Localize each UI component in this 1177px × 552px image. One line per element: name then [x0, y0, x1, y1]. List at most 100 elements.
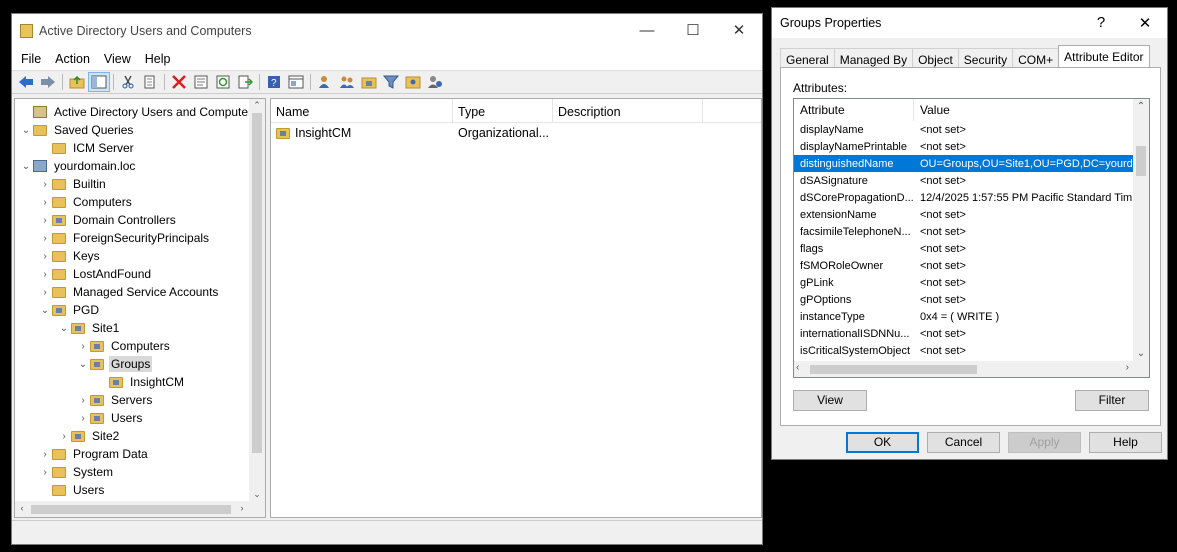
tree-node[interactable]: › Domain Controllers [38, 211, 178, 229]
tree-horizontal-scrollbar[interactable]: ‹ › [15, 501, 265, 517]
collapse-chevron-icon[interactable]: ⌄ [38, 305, 52, 316]
back-icon[interactable] [15, 72, 37, 92]
scroll-thumb[interactable] [1136, 146, 1146, 176]
collapse-chevron-icon[interactable]: ⌄ [19, 125, 33, 136]
column-type[interactable]: Type [453, 99, 553, 122]
ok-button[interactable]: OK [846, 432, 919, 453]
attribute-row[interactable]: distinguishedName OU=Groups,OU=Site1,OU=P… [794, 155, 1149, 172]
tree-node[interactable]: ICM Server [38, 139, 136, 157]
results-pane[interactable]: Name Type Description InsightCM Organiza… [270, 98, 762, 518]
expand-chevron-icon[interactable]: › [76, 341, 90, 352]
view-button[interactable]: View [793, 390, 867, 411]
maximize-button[interactable]: ☐ [670, 14, 716, 48]
attribute-row[interactable]: displayNamePrintable <not set> [794, 138, 1149, 155]
tree-node[interactable]: › Keys [38, 247, 102, 265]
attribute-row[interactable]: gPLink <not set> [794, 274, 1149, 291]
delete-icon[interactable] [168, 72, 190, 92]
new-ou-icon[interactable] [358, 72, 380, 92]
column-name[interactable]: Name [271, 99, 453, 122]
cancel-button[interactable]: Cancel [927, 432, 1000, 453]
up-folder-icon[interactable] [66, 72, 88, 92]
tree-node[interactable]: › Users [76, 409, 144, 427]
export-list-icon[interactable] [234, 72, 256, 92]
scroll-right-icon[interactable]: › [235, 503, 249, 513]
view-details-icon[interactable] [285, 72, 307, 92]
tree-node[interactable]: ⌄ Groups [76, 355, 153, 373]
attribute-row[interactable]: dSCorePropagationD... 12/4/2025 1:57:55 P… [794, 189, 1149, 206]
expand-chevron-icon[interactable]: › [38, 197, 52, 208]
hscroll-thumb[interactable] [810, 365, 977, 374]
dialog-close-button[interactable]: ✕ [1123, 14, 1167, 32]
column-value[interactable]: Value [914, 99, 1134, 121]
tree-node[interactable]: Users [38, 481, 106, 499]
attribute-row[interactable]: instanceType 0x4 = ( WRITE ) [794, 308, 1149, 325]
column-attribute[interactable]: Attribute [794, 99, 914, 121]
tab-com-plus[interactable]: COM+ [1012, 48, 1060, 68]
list-item[interactable]: InsightCM Organizational... [271, 123, 761, 143]
tab-security[interactable]: Security [957, 48, 1014, 68]
attribute-row[interactable]: fSMORoleOwner <not set> [794, 257, 1149, 274]
attribute-row[interactable]: facsimileTelephoneN... <not set> [794, 223, 1149, 240]
minimize-button[interactable]: — [624, 14, 670, 48]
attribute-row[interactable]: isCriticalSystemObject <not set> [794, 342, 1149, 359]
scroll-thumb[interactable] [252, 113, 262, 453]
scroll-up-icon[interactable]: ⌃ [249, 100, 265, 111]
expand-chevron-icon[interactable]: › [38, 179, 52, 190]
tree-node[interactable]: › System [38, 463, 115, 481]
expand-chevron-icon[interactable]: › [38, 233, 52, 244]
forward-icon[interactable] [37, 72, 59, 92]
expand-chevron-icon[interactable]: › [76, 395, 90, 406]
tree-node[interactable]: › Computers [38, 193, 134, 211]
expand-chevron-icon[interactable]: › [38, 215, 52, 226]
collapse-chevron-icon[interactable]: ⌄ [19, 161, 33, 172]
menu-action[interactable]: Action [48, 52, 97, 66]
console-tree[interactable]: Active Directory Users and Computers [r ⌄… [14, 98, 266, 518]
tab-managed-by[interactable]: Managed By [833, 48, 914, 68]
tree-node[interactable]: › Servers [76, 391, 154, 409]
expand-chevron-icon[interactable]: › [76, 413, 90, 424]
new-user-icon[interactable] [314, 72, 336, 92]
cut-icon[interactable] [117, 72, 139, 92]
attributes-list[interactable]: Attribute Value displayName <not set> disp… [793, 98, 1150, 378]
attribute-row[interactable]: displayName <not set> [794, 121, 1149, 138]
scroll-down-icon[interactable]: ⌄ [1133, 348, 1149, 359]
tree-node[interactable]: ⌄ PGD [38, 301, 101, 319]
new-group-icon[interactable] [336, 72, 358, 92]
tree-node[interactable]: Active Directory Users and Computers [r [19, 103, 265, 121]
menu-help[interactable]: Help [138, 52, 178, 66]
scroll-left-icon[interactable]: ‹ [15, 503, 29, 513]
add-to-group-icon[interactable] [402, 72, 424, 92]
tree-node[interactable]: ⌄ yourdomain.loc [19, 157, 137, 175]
tab-general[interactable]: General [780, 48, 835, 68]
tree-node[interactable]: › Site2 [57, 427, 121, 445]
scroll-down-icon[interactable]: ⌄ [249, 489, 265, 500]
column-description[interactable]: Description [553, 99, 703, 122]
collapse-chevron-icon[interactable]: ⌄ [57, 323, 71, 334]
attribute-row[interactable]: extensionName <not set> [794, 206, 1149, 223]
expand-chevron-icon[interactable]: › [38, 287, 52, 298]
tree-node[interactable]: › Computers [76, 337, 172, 355]
menu-view[interactable]: View [97, 52, 138, 66]
tree-node[interactable]: ⌄ Saved Queries [19, 121, 135, 139]
filter-icon[interactable] [380, 72, 402, 92]
expand-chevron-icon[interactable]: › [38, 467, 52, 478]
attribute-row[interactable]: internationalISDNNu... <not set> [794, 325, 1149, 342]
tab-attribute-editor[interactable]: Attribute Editor [1058, 45, 1150, 68]
tree-node[interactable]: › Managed Service Accounts [38, 283, 220, 301]
delegate-control-icon[interactable] [424, 72, 446, 92]
refresh-icon[interactable] [212, 72, 234, 92]
attributes-horizontal-scrollbar[interactable]: ‹ › [794, 361, 1149, 377]
expand-chevron-icon[interactable]: › [57, 431, 71, 442]
tree-node[interactable]: ⌄ Site1 [57, 319, 121, 337]
expand-chevron-icon[interactable]: › [38, 269, 52, 280]
apply-button[interactable]: Apply [1008, 432, 1081, 453]
tree-node[interactable]: › LostAndFound [38, 265, 153, 283]
copy-icon[interactable] [139, 72, 161, 92]
tree-node[interactable]: › Program Data [38, 445, 150, 463]
tree-node[interactable]: › Builtin [38, 175, 108, 193]
help-icon[interactable]: ? [263, 72, 285, 92]
attributes-vertical-scrollbar[interactable]: ⌃ ⌄ [1133, 99, 1149, 361]
close-button[interactable]: ✕ [716, 14, 762, 48]
attribute-row[interactable]: gPOptions <not set> [794, 291, 1149, 308]
tab-object[interactable]: Object [912, 48, 959, 68]
